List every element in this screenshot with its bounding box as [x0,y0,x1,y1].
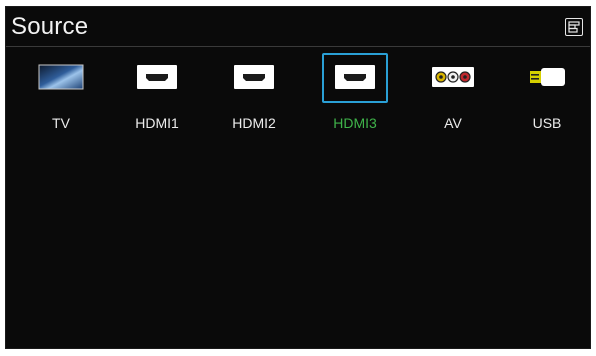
hdmi-port-icon [133,59,181,95]
source-label: HDMI2 [232,115,276,131]
source-label: USB [532,115,562,131]
source-hdmi3[interactable]: HDMI3 [310,59,400,139]
source-av[interactable]: AV [408,59,498,139]
header-bar: Source [6,7,590,47]
tv-icon [37,59,85,95]
source-label: TV [52,115,70,131]
source-tv[interactable]: TV [16,59,106,139]
hdmi-port-icon [331,59,379,95]
source-screen: Source TV HDMI1 HDMI2 HDMI3 AV USB [5,6,591,349]
usb-icon [523,59,571,95]
source-list: TV HDMI1 HDMI2 HDMI3 AV USB [6,53,590,149]
av-rca-icon [429,59,477,95]
source-hdmi1[interactable]: HDMI1 [112,59,202,139]
source-label: HDMI1 [135,115,179,131]
source-label: HDMI3 [333,115,377,131]
page-title: Source [11,13,89,40]
source-hdmi2[interactable]: HDMI2 [209,59,299,139]
source-label: AV [444,115,462,131]
hdmi-port-icon [230,59,278,95]
tools-icon[interactable] [565,18,583,36]
source-usb[interactable]: USB [502,59,590,139]
